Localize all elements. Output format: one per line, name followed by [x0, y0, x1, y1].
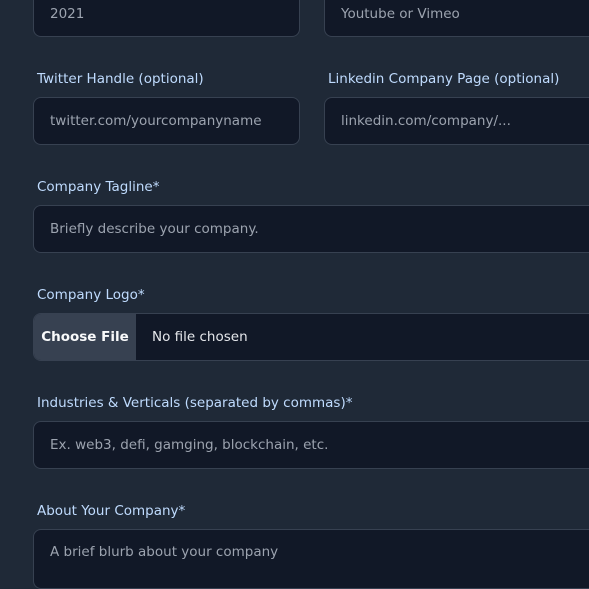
about-company-placeholder: A brief blurb about your company [50, 544, 279, 560]
linkedin-page-placeholder: linkedin.com/company/... [341, 113, 511, 129]
choose-file-button[interactable]: Choose File [34, 314, 136, 360]
company-tagline-placeholder: Briefly describe your company. [50, 221, 259, 237]
company-logo-label: Company Logo* [37, 287, 145, 303]
company-tagline-input[interactable]: Briefly describe your company. [33, 205, 589, 253]
linkedin-page-input[interactable]: linkedin.com/company/... [324, 97, 589, 145]
twitter-handle-label: Twitter Handle (optional) [37, 71, 204, 87]
industries-placeholder: Ex. web3, defi, gamging, blockchain, etc… [50, 437, 329, 453]
founded-year-value: 2021 [50, 5, 85, 22]
twitter-handle-placeholder: twitter.com/yourcompanyname [50, 113, 262, 129]
founded-year-field[interactable]: 2021 [33, 0, 300, 37]
industries-label: Industries & Verticals (separated by com… [37, 395, 353, 411]
file-status-text: No file chosen [152, 329, 248, 345]
company-logo-file-input[interactable]: Choose File No file chosen [33, 313, 589, 361]
company-tagline-label: Company Tagline* [37, 179, 160, 195]
video-url-placeholder: Youtube or Vimeo [341, 5, 460, 22]
about-company-label: About Your Company* [37, 503, 186, 519]
twitter-handle-input[interactable]: twitter.com/yourcompanyname [33, 97, 300, 145]
linkedin-page-label: Linkedin Company Page (optional) [328, 71, 560, 87]
industries-input[interactable]: Ex. web3, defi, gamging, blockchain, etc… [33, 421, 589, 469]
about-company-textarea[interactable]: A brief blurb about your company [33, 529, 589, 589]
video-url-input[interactable]: Youtube or Vimeo [324, 0, 589, 37]
